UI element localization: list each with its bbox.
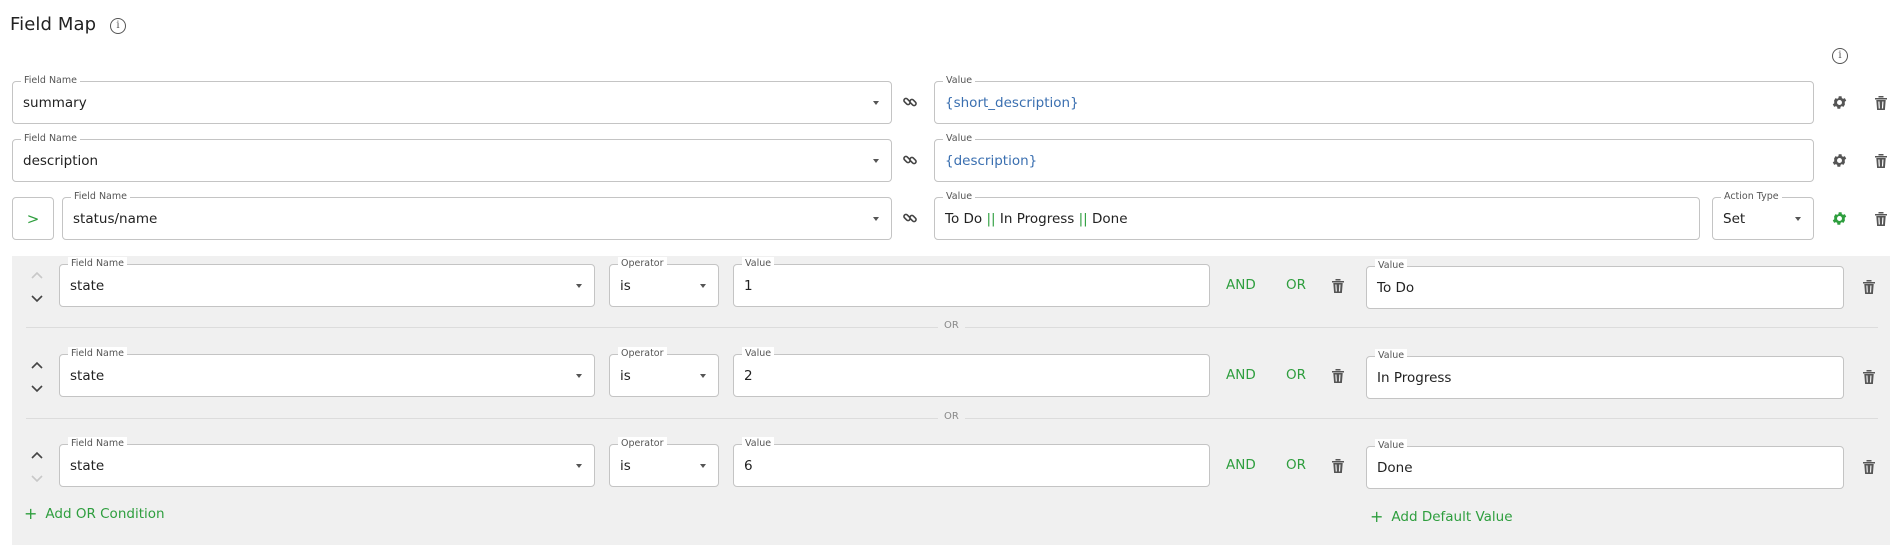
- link-icon[interactable]: [902, 152, 918, 168]
- move-up-icon[interactable]: [30, 270, 44, 280]
- dropdown-caret-icon: [576, 373, 582, 378]
- dropdown-caret-icon: [576, 283, 582, 288]
- gear-icon[interactable]: [1831, 94, 1848, 111]
- trash-icon[interactable]: [1874, 211, 1888, 227]
- field-name-select[interactable]: Field Name summary: [12, 74, 892, 124]
- info-icon[interactable]: i: [110, 18, 126, 34]
- value-field[interactable]: Value {description}: [934, 132, 1814, 182]
- move-down-icon[interactable]: [30, 384, 44, 394]
- condition-value-input[interactable]: Value 1: [733, 257, 1210, 307]
- move-up-icon[interactable]: [30, 450, 44, 460]
- value-field[interactable]: Value To Do || In Progress || Done: [934, 190, 1700, 240]
- add-or-condition-button[interactable]: + Add OR Condition: [24, 504, 165, 523]
- operator-select[interactable]: Operator is: [609, 257, 719, 307]
- add-default-value-button[interactable]: + Add Default Value: [1370, 507, 1513, 526]
- dropdown-caret-icon: [700, 373, 706, 378]
- expand-row-button[interactable]: >: [12, 197, 54, 240]
- dropdown-caret-icon: [873, 216, 879, 221]
- trash-icon[interactable]: [1331, 368, 1345, 384]
- dropdown-caret-icon: [873, 158, 879, 163]
- operator-select[interactable]: Operator is: [609, 437, 719, 487]
- gear-icon[interactable]: [1831, 152, 1848, 169]
- field-name-select[interactable]: Field Name description: [12, 132, 892, 182]
- page-title: Field Map: [10, 14, 97, 35]
- info-icon[interactable]: i: [1832, 48, 1848, 64]
- and-button[interactable]: AND: [1226, 367, 1256, 383]
- result-value-input[interactable]: Value Done: [1366, 439, 1844, 489]
- link-icon[interactable]: [902, 94, 918, 110]
- dropdown-caret-icon: [700, 463, 706, 468]
- or-separator-label: OR: [938, 320, 965, 331]
- condition-value-input[interactable]: Value 6: [733, 437, 1210, 487]
- dropdown-caret-icon: [873, 100, 879, 105]
- trash-icon[interactable]: [1331, 458, 1345, 474]
- field-name-select[interactable]: Field Name status/name: [62, 190, 892, 240]
- move-down-icon[interactable]: [30, 474, 44, 484]
- condition-field-name-select[interactable]: Field Name state: [59, 347, 595, 397]
- result-value-input[interactable]: Value To Do: [1366, 259, 1844, 309]
- and-button[interactable]: AND: [1226, 277, 1256, 293]
- result-value-input[interactable]: Value In Progress: [1366, 349, 1844, 399]
- move-up-icon[interactable]: [30, 360, 44, 370]
- dropdown-caret-icon: [576, 463, 582, 468]
- trash-icon[interactable]: [1331, 278, 1345, 294]
- dropdown-caret-icon: [1795, 216, 1801, 221]
- gear-icon[interactable]: [1831, 210, 1848, 227]
- trash-icon[interactable]: [1862, 459, 1876, 475]
- value-field[interactable]: Value {short_description}: [934, 74, 1814, 124]
- move-down-icon[interactable]: [30, 294, 44, 304]
- link-icon[interactable]: [902, 210, 918, 226]
- trash-icon[interactable]: [1874, 95, 1888, 111]
- or-button[interactable]: OR: [1286, 277, 1306, 293]
- plus-icon: +: [1370, 507, 1384, 526]
- or-button[interactable]: OR: [1286, 457, 1306, 473]
- trash-icon[interactable]: [1862, 369, 1876, 385]
- trash-icon[interactable]: [1874, 153, 1888, 169]
- or-separator-label: OR: [938, 411, 965, 422]
- and-button[interactable]: AND: [1226, 457, 1256, 473]
- condition-field-name-select[interactable]: Field Name state: [59, 257, 595, 307]
- action-type-select[interactable]: Action Type Set: [1712, 190, 1814, 240]
- trash-icon[interactable]: [1862, 279, 1876, 295]
- or-button[interactable]: OR: [1286, 367, 1306, 383]
- condition-field-name-select[interactable]: Field Name state: [59, 437, 595, 487]
- operator-select[interactable]: Operator is: [609, 347, 719, 397]
- condition-value-input[interactable]: Value 2: [733, 347, 1210, 397]
- plus-icon: +: [24, 504, 38, 523]
- chevron-right-icon: >: [26, 209, 40, 228]
- dropdown-caret-icon: [700, 283, 706, 288]
